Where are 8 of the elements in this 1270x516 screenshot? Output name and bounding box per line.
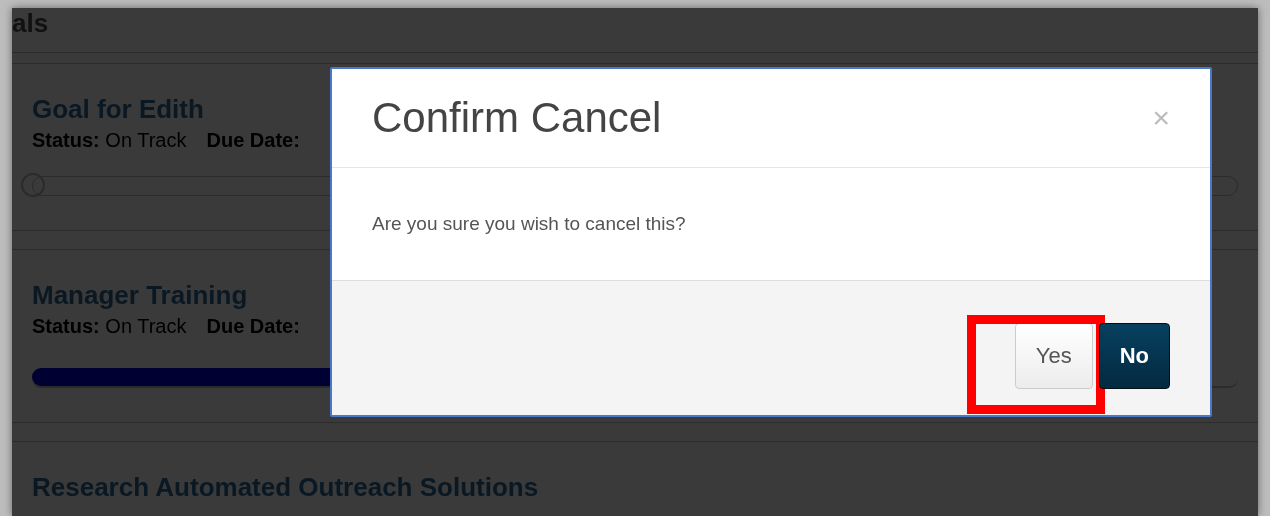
status-text: Status: On Track (32, 315, 187, 338)
dialog-message: Are you sure you wish to cancel this? (372, 213, 686, 235)
status-text: Status: On Track (32, 129, 187, 152)
due-date-label: Due Date: (206, 129, 300, 152)
dialog-title: Confirm Cancel (372, 94, 662, 142)
due-date-label: Due Date: (206, 315, 300, 338)
primary-button[interactable]: No (1098, 323, 1170, 389)
dialog-button[interactable]: Yes (1014, 323, 1093, 389)
